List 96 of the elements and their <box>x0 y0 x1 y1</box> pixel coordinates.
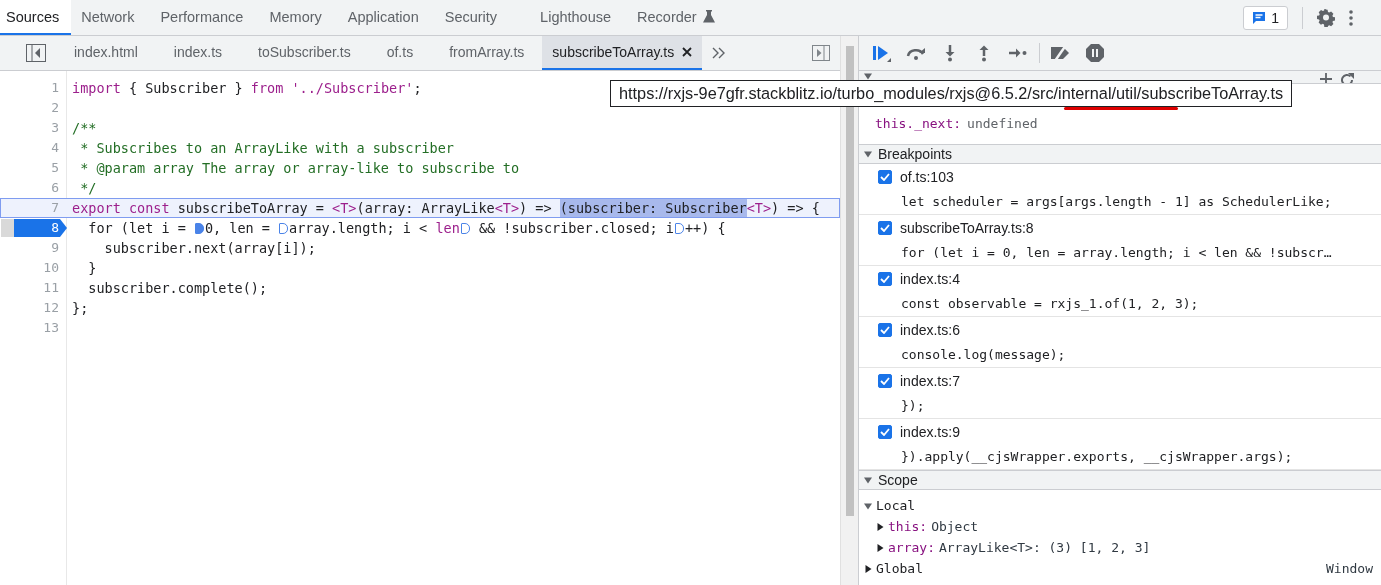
panel-tab[interactable]: Memory <box>262 0 338 35</box>
breakpoint-checkbox[interactable] <box>878 323 892 337</box>
step-icon[interactable] <box>1008 47 1028 59</box>
line-number[interactable]: 8 <box>14 219 67 237</box>
expand-arrow-icon <box>864 150 872 158</box>
code-token: <T> <box>494 199 520 217</box>
variable-name[interactable]: this: <box>888 519 928 534</box>
settings-icon <box>1317 8 1335 27</box>
breakpoint-code: }); <box>900 398 926 413</box>
code-token: <T> <box>332 199 357 217</box>
expand-arrow-icon <box>864 476 872 484</box>
breakpoint-code: const observable = rxjs_1.of(1, 2, 3); <box>900 296 1200 311</box>
breakpoint-location[interactable]: index.ts:4 <box>900 271 960 287</box>
panel-toggle-icon <box>812 45 830 61</box>
code-token: (subscriber: Subscriber <box>559 199 747 217</box>
breakpoint-code: }).apply(__cjsWrapper.exports, __cjsWrapper.args); <box>900 449 1294 464</box>
file-tab[interactable]: toSubscriber.ts <box>240 36 369 70</box>
flask-icon <box>702 10 715 23</box>
variable-value: Object <box>931 519 979 534</box>
code-token: '../Subscriber' <box>290 79 414 97</box>
code-token: && !subscriber.closed; i <box>477 219 674 237</box>
code-token: import <box>72 79 121 97</box>
code-token: len <box>435 219 460 237</box>
code-token: <T> <box>746 199 772 217</box>
section-header[interactable]: Breakpoints <box>859 144 1381 164</box>
breakpoint-location[interactable]: index.ts:6 <box>900 322 960 338</box>
inline-breakpoint-marker[interactable] <box>279 222 289 234</box>
breakpoint-location[interactable]: index.ts:9 <box>900 424 960 440</box>
breakpoint-code: let scheduler = args[args.length - 1] as SchedulerLike; <box>900 194 1333 209</box>
breakpoint-checkbox[interactable] <box>878 425 892 439</box>
scope-name[interactable]: Local <box>876 498 916 513</box>
code-token: { Subscriber } <box>127 79 244 97</box>
scope-name[interactable]: Global <box>876 561 923 576</box>
close-icon <box>682 47 693 57</box>
code-token: 0, len = <box>204 219 271 237</box>
pause-on-exceptions-icon[interactable] <box>1085 43 1105 63</box>
message-icon <box>1252 10 1267 25</box>
panel-tab[interactable]: Network <box>74 0 151 35</box>
code-token: (array: ArrayLike <box>356 199 495 217</box>
panel-tab[interactable]: Application <box>340 0 435 35</box>
inline-breakpoint-marker[interactable] <box>675 222 684 234</box>
section-header[interactable]: Scope <box>859 470 1381 490</box>
more-tabs-icon <box>712 47 727 59</box>
breakpoint-location[interactable]: index.ts:7 <box>900 373 960 389</box>
panel-tab[interactable]: Lighthouse <box>533 0 628 35</box>
resume-icon[interactable] <box>871 44 893 62</box>
code-token: * @param array The array or array-like to subscribe to <box>79 159 520 177</box>
code-token: for (let i = <box>87 219 187 237</box>
step-into-icon[interactable] <box>943 44 957 62</box>
file-tab[interactable]: index.ts <box>155 36 241 70</box>
code-token: ++) { <box>685 219 726 237</box>
code-token: from <box>250 79 284 97</box>
panel-tab[interactable]: Security <box>437 0 514 35</box>
breakpoint-checkbox[interactable] <box>878 221 892 235</box>
breakpoint-location[interactable]: of.ts:103 <box>900 169 954 185</box>
variable-value: ArrayLike<T>: (3) [1, 2, 3] <box>938 540 1151 555</box>
code-token: export const <box>72 199 170 217</box>
file-tab[interactable]: index.html <box>56 36 156 70</box>
code-token: } <box>87 259 97 277</box>
panel-tab[interactable]: Recorder <box>630 0 731 35</box>
watch-value: undefined <box>967 115 1038 131</box>
code-token: ) => <box>519 199 553 217</box>
code-token: subscriber.next(array[i]); <box>103 239 316 257</box>
panel-toggle-icon <box>26 44 46 62</box>
inline-breakpoint-marker[interactable] <box>194 222 204 234</box>
code-token: subscriber.complete(); <box>87 279 268 297</box>
breakpoint-checkbox[interactable] <box>878 374 892 388</box>
code-token: /** <box>72 119 97 137</box>
url-tooltip: https://rxjs-9e7gfr.stackblitz.io/turbo_modules/rxjs@6.5.2/src/internal/util/subscribeToArray.ts <box>610 80 1293 107</box>
file-tab[interactable]: of.ts <box>368 36 432 70</box>
breakpoint-code: for (let i = 0, len = array.length; i < len && !subscr… <box>900 245 1333 260</box>
breakpoint-checkbox[interactable] <box>878 272 892 286</box>
breakpoint-checkbox[interactable] <box>878 170 892 184</box>
variable-value: Window <box>1326 561 1374 576</box>
breakpoint-location[interactable]: subscribeToArray.ts:8 <box>900 220 1034 236</box>
watch-name: this._next: <box>875 115 962 131</box>
step-over-icon[interactable] <box>905 45 927 61</box>
menu-icon <box>1349 9 1353 26</box>
panel-tab[interactable]: Performance <box>153 0 260 35</box>
code-token: ; <box>413 79 422 97</box>
code-token: }; <box>72 299 89 317</box>
file-tab[interactable]: subscribeToArray.ts <box>542 36 703 70</box>
expand-arrow-icon <box>864 72 872 80</box>
code-token: ) => { <box>771 199 820 217</box>
breakpoint-code: console.log(message); <box>900 347 1067 362</box>
add-icon <box>1319 72 1333 83</box>
file-tab[interactable]: fromArray.ts <box>431 36 543 70</box>
inline-breakpoint-marker[interactable] <box>460 222 470 234</box>
variable-name[interactable]: array: <box>888 540 935 555</box>
code-token: * Subscribes to an ArrayLike with a subscriber <box>79 139 454 157</box>
code-token: */ <box>79 179 97 197</box>
code-token: subscribeToArray = <box>176 199 325 217</box>
step-out-icon[interactable] <box>977 44 991 62</box>
issues-button[interactable]: 1 <box>1243 5 1288 30</box>
code-token: array.length; i < <box>289 219 429 237</box>
panel-tab[interactable]: Sources <box>0 0 72 35</box>
